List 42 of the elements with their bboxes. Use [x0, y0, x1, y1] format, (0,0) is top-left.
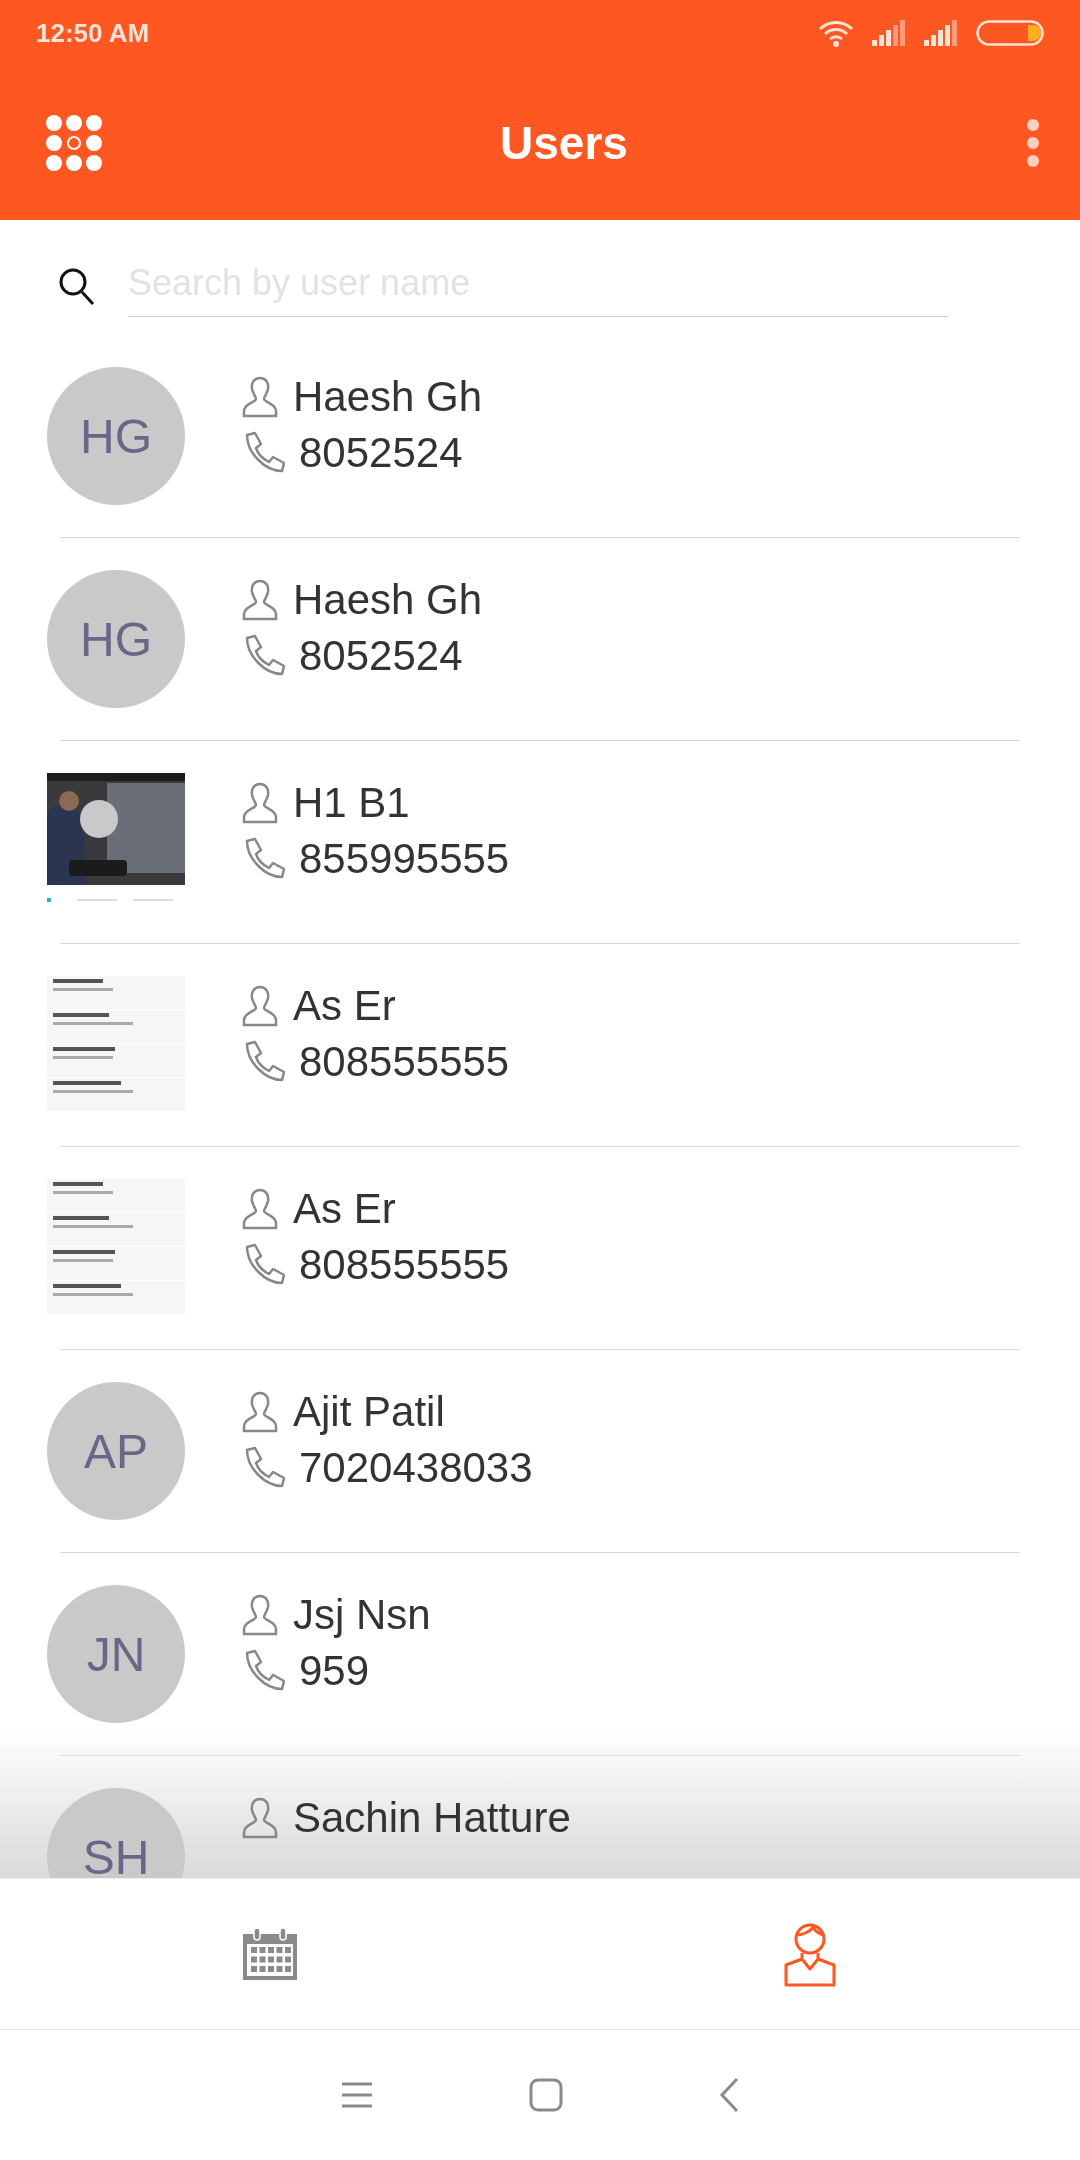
- person-icon: [241, 1796, 279, 1840]
- apps-grid-icon[interactable]: [46, 115, 102, 171]
- more-options-icon[interactable]: [1026, 119, 1040, 167]
- phone-number: 855995555: [299, 835, 510, 883]
- person-icon: [241, 1390, 279, 1434]
- phone-number: 8052524: [299, 632, 463, 680]
- phone-number: 7020438033: [299, 1444, 533, 1492]
- person-icon: [241, 781, 279, 825]
- user-name: Ajit Patil: [293, 1388, 445, 1436]
- battery-icon: [976, 20, 1044, 46]
- person-icon: [241, 1593, 279, 1637]
- avatar: HG: [47, 367, 185, 505]
- avatar: SH: [47, 1788, 185, 1878]
- phone-number: 959: [299, 1647, 370, 1695]
- user-name: Jsj Nsn: [293, 1591, 431, 1639]
- user-name: Haesh Gh: [293, 373, 483, 421]
- user-name: H1 B1: [293, 779, 410, 827]
- user-name: Sachin Hatture: [293, 1794, 571, 1842]
- calendar-icon: [242, 1926, 298, 1982]
- back-icon[interactable]: [718, 2077, 740, 2113]
- search-icon: [58, 266, 96, 307]
- phone-number: 8052524: [299, 429, 463, 477]
- person-icon: [241, 578, 279, 622]
- avatar: JN: [47, 1585, 185, 1723]
- phone-number: 808555555: [299, 1038, 510, 1086]
- person-icon: [241, 375, 279, 419]
- avatar: AP: [47, 1382, 185, 1520]
- screen-title: Users: [500, 116, 628, 170]
- user-name: Haesh Gh: [293, 576, 483, 624]
- avatar: HG: [47, 570, 185, 708]
- phone-number: 808555555: [299, 1241, 510, 1289]
- status-time: 12:50 AM: [36, 17, 150, 49]
- person-icon: [782, 1921, 838, 1987]
- menu-icon[interactable]: [340, 2081, 374, 2109]
- person-icon: [241, 1187, 279, 1231]
- person-icon: [241, 984, 279, 1028]
- user-name: As Er: [293, 1185, 396, 1233]
- signal-icon: [872, 20, 906, 46]
- user-name: As Er: [293, 982, 396, 1030]
- home-icon[interactable]: [529, 2078, 563, 2112]
- wifi-icon: [818, 19, 854, 47]
- signal-icon: [924, 20, 958, 46]
